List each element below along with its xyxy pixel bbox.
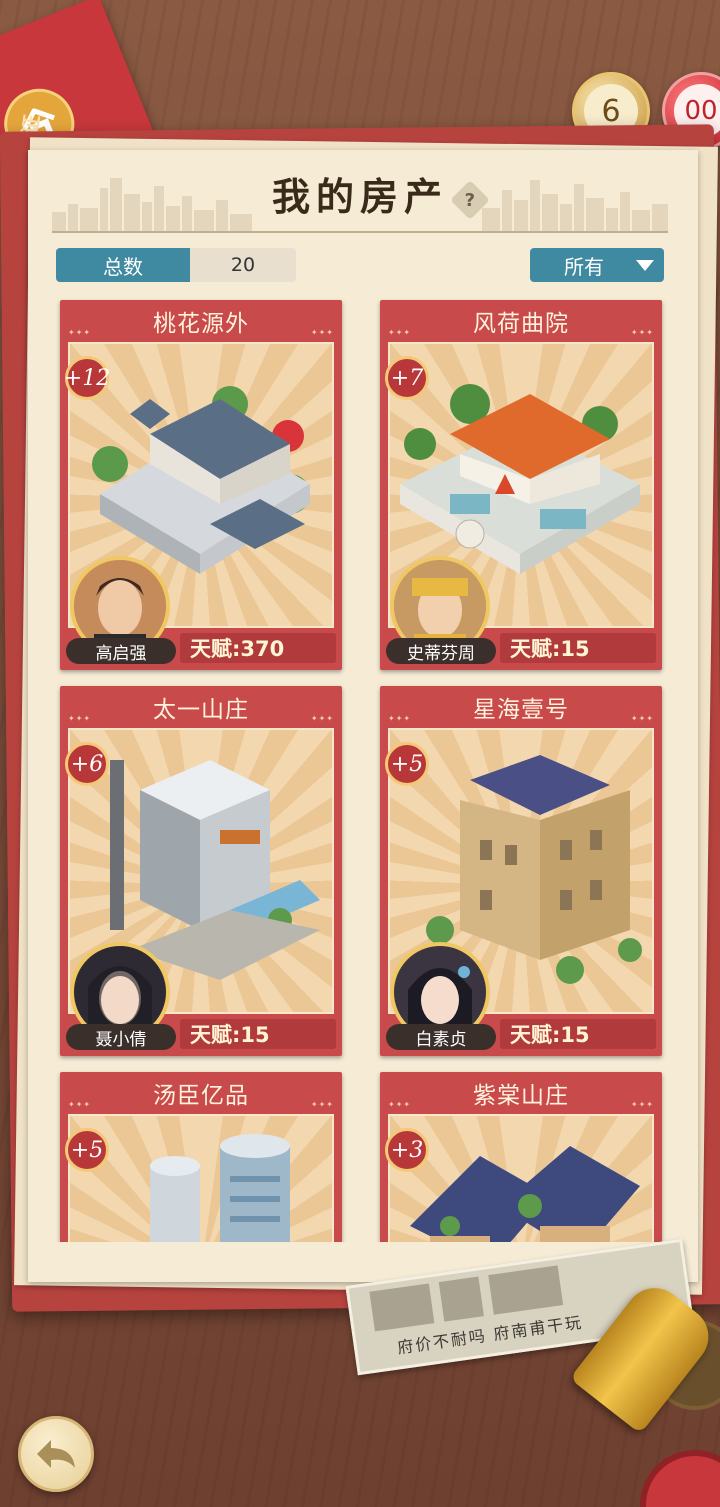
- property-card[interactable]: 紫棠山庄 ✦✦✦ ✦✦✦ +3: [380, 1072, 662, 1242]
- property-image: [68, 1114, 334, 1242]
- owner-name: 白素贞: [386, 1024, 496, 1050]
- property-list[interactable]: 桃花源外 ✦✦✦ ✦✦✦ +12 高启强 天赋:370 风荷曲院 ✦✦✦ ✦✦✦…: [54, 296, 668, 1242]
- talent-value: 天赋:15: [500, 1019, 656, 1049]
- talent-value: 天赋:15: [500, 633, 656, 663]
- level-badge: +7: [385, 356, 429, 400]
- back-arrow-icon: [37, 1440, 75, 1468]
- property-name: 汤臣亿品: [153, 1083, 249, 1109]
- total-count: 总数 20: [56, 248, 296, 282]
- property-card[interactable]: 太一山庄 ✦✦✦ ✦✦✦ +6 聂小倩 天赋:15: [60, 686, 342, 1056]
- chevron-down-icon: [636, 260, 654, 271]
- level-badge: +5: [385, 742, 429, 786]
- property-card[interactable]: 星海壹号 ✦✦✦ ✦✦✦ +5 白素贞 天赋:15: [380, 686, 662, 1056]
- property-card[interactable]: 风荷曲院 ✦✦✦ ✦✦✦ +7 史蒂芬周 天赋:15: [380, 300, 662, 670]
- level-badge: +3: [385, 1128, 429, 1172]
- talent-value: 天赋:15: [180, 1019, 336, 1049]
- property-name: 紫棠山庄: [473, 1083, 569, 1109]
- back-button[interactable]: [18, 1416, 94, 1492]
- level-badge: +6: [65, 742, 109, 786]
- red-seal-decoration: [640, 1450, 720, 1507]
- level-badge: +5: [65, 1128, 109, 1172]
- property-image: [388, 1114, 654, 1242]
- total-label: 总数: [56, 248, 190, 282]
- filter-dropdown[interactable]: 所有: [530, 248, 664, 282]
- page-title: 我的房产: [271, 174, 448, 219]
- property-name: 桃花源外: [153, 311, 249, 337]
- property-card[interactable]: 桃花源外 ✦✦✦ ✦✦✦ +12 高启强 天赋:370: [60, 300, 342, 670]
- level-badge: +12: [64, 356, 110, 400]
- property-card[interactable]: 汤臣亿品 ✦✦✦ ✦✦✦ +5: [60, 1072, 342, 1242]
- property-name: 太一山庄: [153, 697, 249, 723]
- owner-name: 聂小倩: [66, 1024, 176, 1050]
- owner-name: 高启强: [66, 638, 176, 664]
- talent-value: 天赋:370: [180, 633, 336, 663]
- owner-name: 史蒂芬周: [386, 638, 496, 664]
- property-name: 风荷曲院: [473, 311, 569, 337]
- filter-selected: 所有: [564, 254, 604, 279]
- total-value: 20: [190, 248, 296, 282]
- property-name: 星海壹号: [473, 697, 569, 723]
- title-divider: [52, 231, 668, 233]
